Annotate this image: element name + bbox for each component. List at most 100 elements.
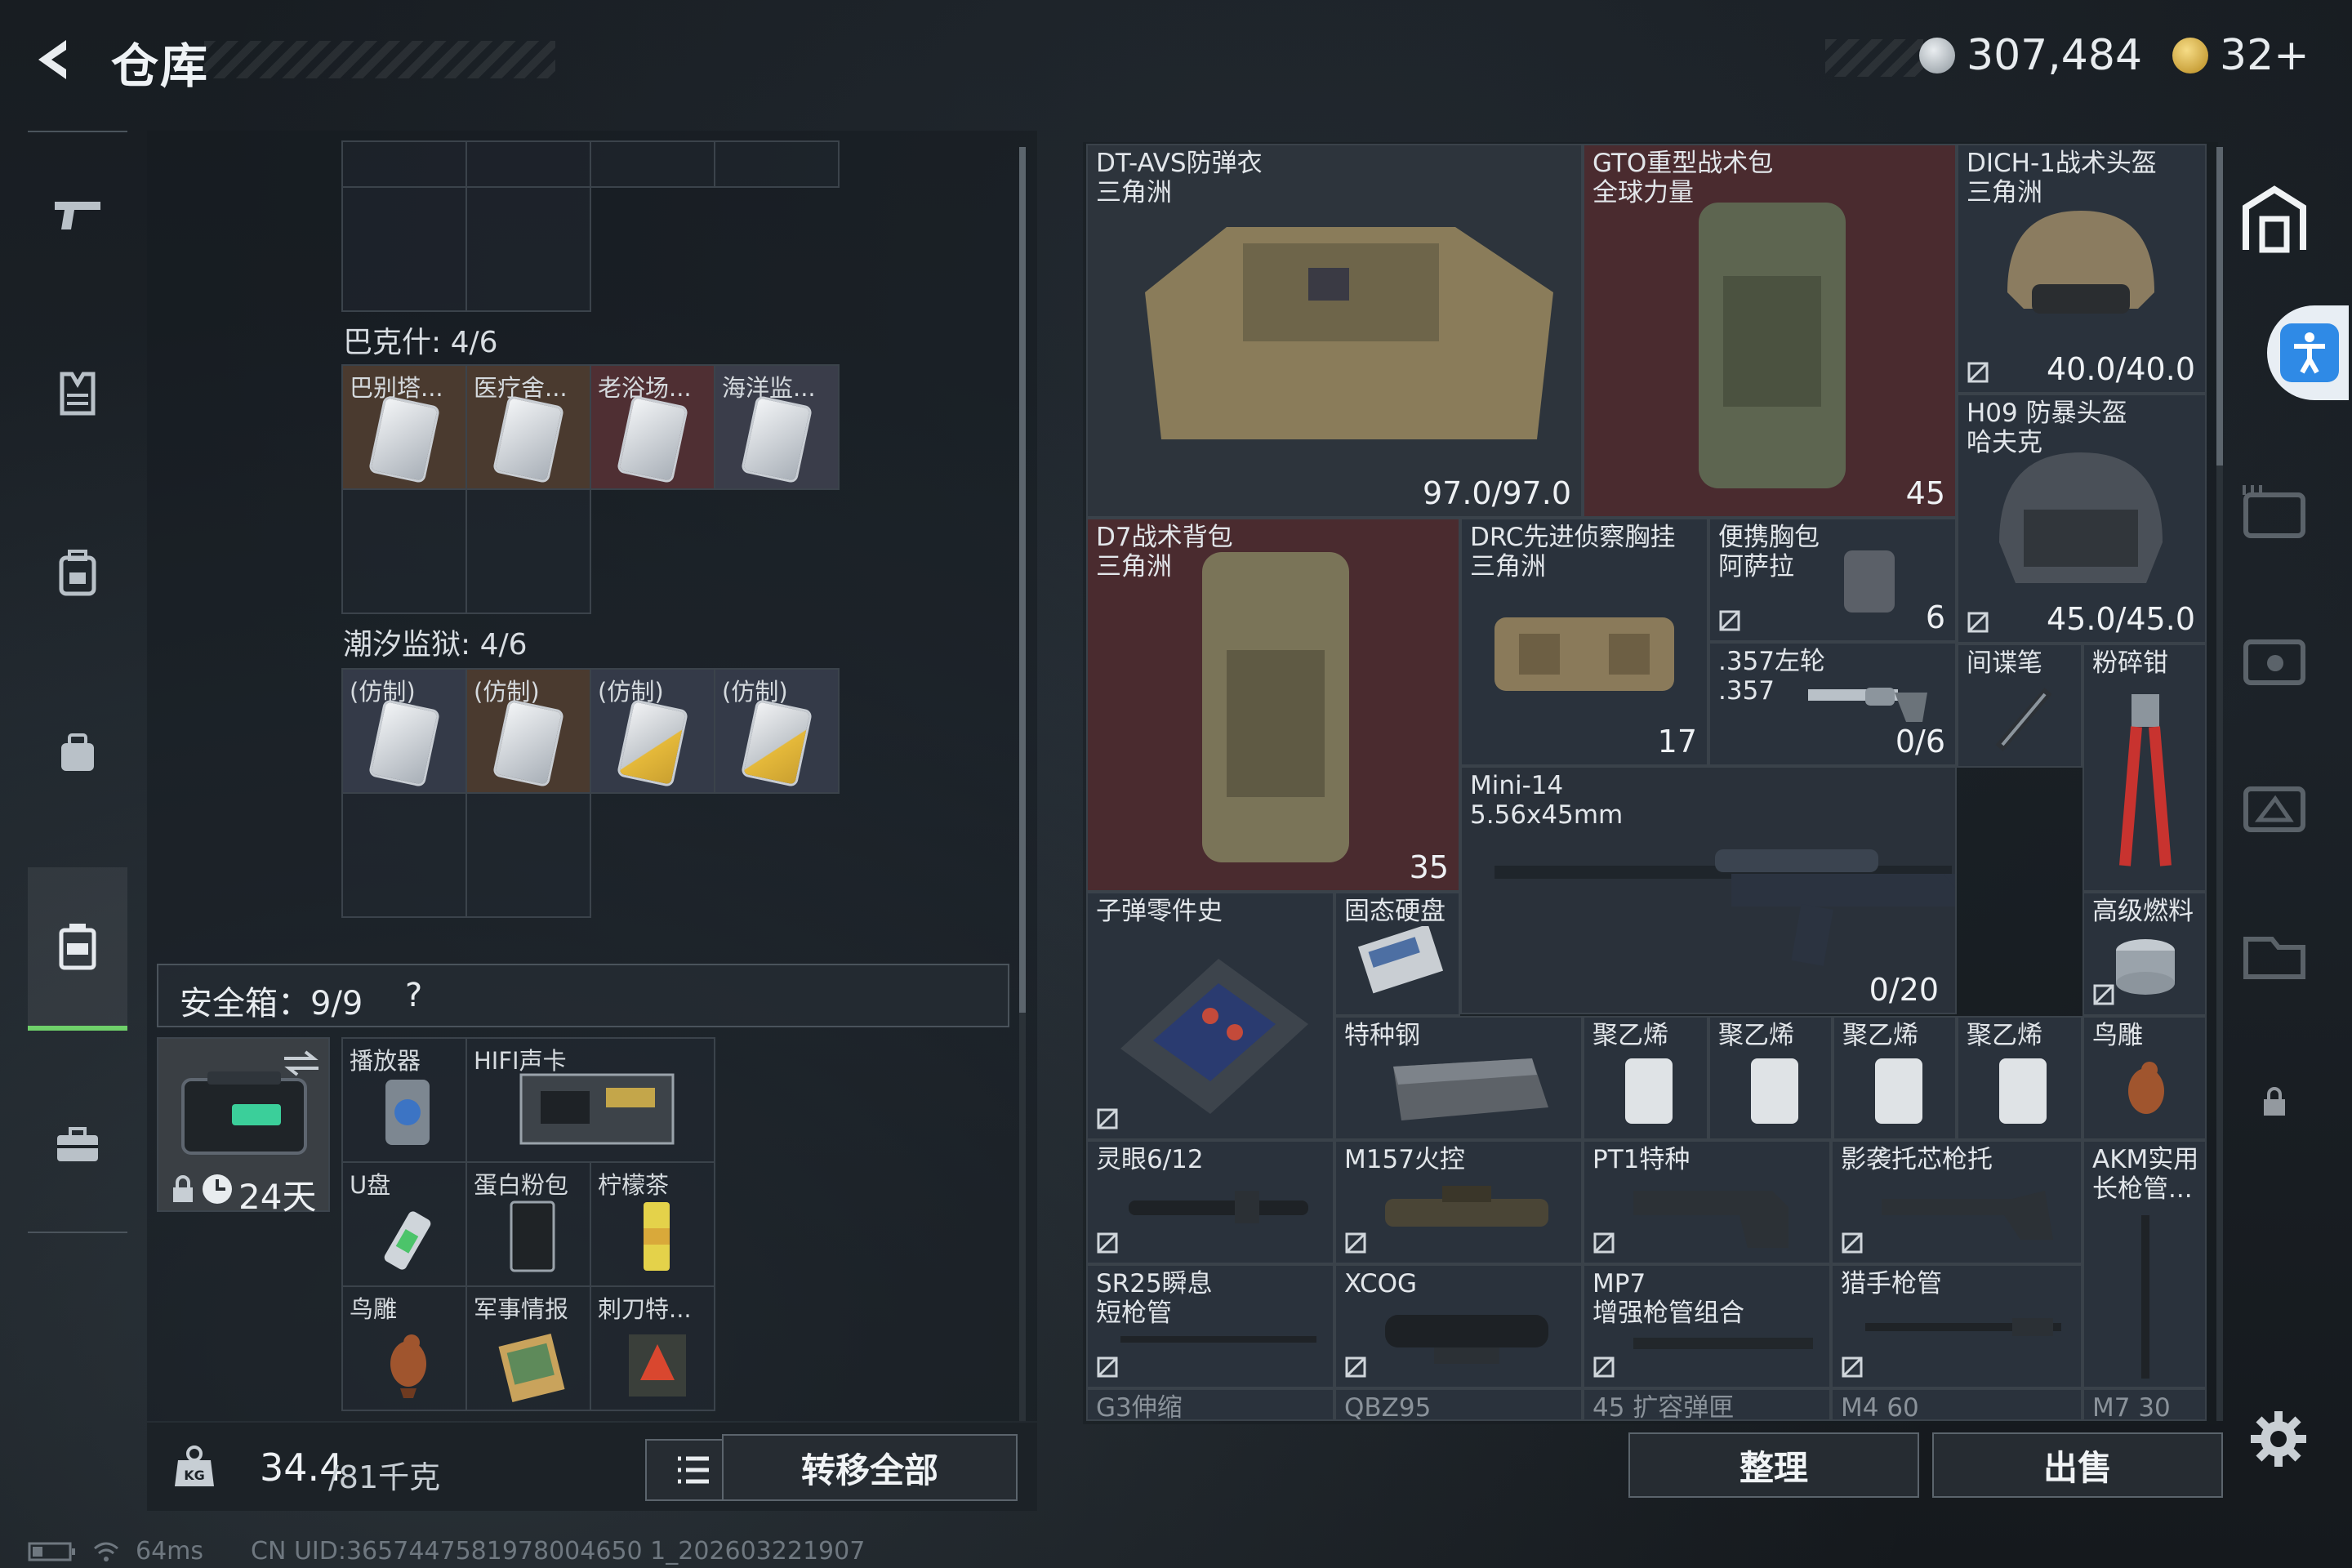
item-scope-6-12[interactable]: 灵眼6/12 <box>1086 1140 1334 1264</box>
item-slot-lemon-tea[interactable]: 柠檬茶 <box>590 1161 715 1287</box>
keycard-slot[interactable]: (仿制) <box>341 668 467 794</box>
item-akm-long-barrel[interactable]: AKM实用 长枪管... <box>2082 1140 2207 1388</box>
lemon-tea-icon <box>644 1202 670 1271</box>
settings-button[interactable] <box>2247 1408 2310 1470</box>
item-name: 高级燃料 <box>2092 897 2194 926</box>
item-d7-backpack[interactable]: D7战术背包 三角洲 35 <box>1086 518 1460 892</box>
item-slot-soundcard[interactable]: HIFI声卡 <box>466 1037 715 1163</box>
capacity-value: 45 <box>1905 475 1945 511</box>
empty-slot[interactable] <box>341 140 467 188</box>
item-gto-backpack[interactable]: GTO重型战术包 全球力量 45 <box>1583 144 1957 518</box>
item-name: M7 30 <box>2092 1393 2171 1421</box>
item-name: QBZ95 <box>1344 1393 1432 1421</box>
rail-weapons[interactable] <box>28 132 127 296</box>
item-qbz95[interactable]: QBZ95 <box>1334 1388 1583 1421</box>
currency-b[interactable]: 32+ <box>2172 31 2310 80</box>
item-slot-protein[interactable]: 蛋白粉包 <box>466 1161 591 1287</box>
item-slot-usb[interactable]: U盘 <box>341 1161 467 1287</box>
keycard-icon <box>619 398 686 481</box>
empty-slot[interactable] <box>341 186 467 312</box>
item-bird-statue[interactable]: 鸟雕 <box>2082 1016 2207 1140</box>
rail-backpack[interactable] <box>28 492 127 655</box>
currency-a-value: 307,484 <box>1967 31 2143 80</box>
item-bullet-parts-kit[interactable]: 子弹零件史 <box>1086 892 1334 1140</box>
item-crushing-pliers[interactable]: 粉碎钳 <box>2082 644 2207 892</box>
item-ssd[interactable]: 固态硬盘 <box>1334 892 1460 1016</box>
scope-icon <box>1385 1315 1548 1364</box>
right-scrollbar[interactable] <box>2216 147 2223 1421</box>
item-slot-bayonet[interactable]: 刺刀特... <box>590 1285 715 1411</box>
empty-slot[interactable] <box>466 186 591 312</box>
empty-slot[interactable] <box>590 140 715 188</box>
item-dt-avs-vest[interactable]: DT-AVS防弹衣 三角洲 97.0/97.0 <box>1086 144 1583 518</box>
item-g3-stock[interactable]: G3伸缩 <box>1086 1388 1334 1421</box>
case-slot-3[interactable] <box>2239 482 2313 547</box>
empty-slot[interactable] <box>466 140 591 188</box>
lock-icon <box>2261 1086 2288 1117</box>
empty-slot[interactable] <box>341 792 467 918</box>
item-slot-bird-statue[interactable]: 鸟雕 <box>341 1285 467 1411</box>
item-357-revolver[interactable]: .357左轮 .357 0/6 <box>1708 642 1957 766</box>
keycard-slot[interactable]: (仿制) <box>714 668 840 794</box>
empty-slot[interactable] <box>466 792 591 918</box>
item-name: 聚乙烯 <box>1718 1021 1794 1050</box>
item-m157-fire-control[interactable]: M157火控 <box>1334 1140 1583 1264</box>
item-sr25-short-barrel[interactable]: SR25瞬息 短枪管 <box>1086 1264 1334 1388</box>
svg-text:KG: KG <box>184 1468 205 1483</box>
item-polyethylene[interactable]: 聚乙烯 <box>1708 1016 1833 1140</box>
keycard-slot[interactable]: (仿制) <box>466 668 591 794</box>
item-special-steel[interactable]: 特种钢 <box>1334 1016 1583 1140</box>
empty-slot[interactable] <box>714 140 840 188</box>
safe-box-case[interactable]: 24天 <box>157 1037 330 1217</box>
transfer-all-button[interactable]: 转移全部 <box>722 1434 1018 1501</box>
item-polyethylene[interactable]: 聚乙烯 <box>1833 1016 1957 1140</box>
item-hunter-barrel[interactable]: 猎手枪管 <box>1831 1264 2082 1388</box>
item-slot-player[interactable]: 播放器 <box>341 1037 467 1163</box>
keycard-slot[interactable]: 海洋监... <box>714 364 840 490</box>
item-h09-helmet[interactable]: H09 防暴头盔 哈夫克 45.0/45.0 <box>1957 394 2207 644</box>
keycard-slot[interactable]: 老浴场... <box>590 364 715 490</box>
item-spy-pen[interactable]: 间谍笔 <box>1957 644 2082 768</box>
item-xcog-scope[interactable]: XCOG <box>1334 1264 1583 1388</box>
no-insure-icon <box>1842 1232 1863 1254</box>
item-pt1-stock[interactable]: PT1特种 <box>1583 1140 1831 1264</box>
rail-armor[interactable] <box>28 312 127 475</box>
item-mp7-barrel-combo[interactable]: MP7 增强枪管组合 <box>1583 1264 1831 1388</box>
case-slot-6[interactable] <box>2239 923 2313 988</box>
left-scroll-thumb[interactable] <box>1019 147 1026 1013</box>
item-polyethylene[interactable]: 聚乙烯 <box>1957 1016 2082 1140</box>
rail-briefcase[interactable] <box>28 1063 127 1227</box>
item-m4-60[interactable]: M4 60 <box>1831 1388 2082 1421</box>
left-scrollbar[interactable] <box>1019 147 1026 1421</box>
help-icon[interactable]: ? <box>405 977 422 1014</box>
item-m7-30[interactable]: M7 30 <box>2082 1388 2207 1421</box>
item-45-mag[interactable]: 45 扩容弹匣 <box>1583 1388 1831 1421</box>
item-polyethylene[interactable]: 聚乙烯 <box>1583 1016 1708 1140</box>
item-name: DICH-1战术头盔 三角洲 <box>1967 149 2157 207</box>
keycard-slot[interactable]: 医疗舍... <box>466 364 591 490</box>
item-label: (仿制) <box>722 678 788 706</box>
empty-slot[interactable] <box>466 488 591 614</box>
case-slot-4[interactable] <box>2239 629 2313 694</box>
back-button[interactable] <box>26 31 83 88</box>
currency-a: 307,484 <box>1919 31 2142 80</box>
item-shadow-stock[interactable]: 影袭托芯枪托 <box>1831 1140 2082 1264</box>
item-premium-fuel[interactable]: 高级燃料 <box>2082 892 2207 1016</box>
item-portable-chest-bag[interactable]: 便携胸包 阿萨拉 6 <box>1708 518 1957 642</box>
rail-bag[interactable] <box>28 671 127 835</box>
item-mini14-rifle[interactable]: Mini-14 5.56x45mm 0/20 <box>1460 766 1957 1014</box>
item-dich1-helmet[interactable]: DICH-1战术头盔 三角洲 40.0/40.0 <box>1957 144 2207 394</box>
capacity-value: 17 <box>1657 724 1697 760</box>
empty-slot[interactable] <box>341 488 467 614</box>
right-scroll-thumb[interactable] <box>2216 147 2223 466</box>
storage-tab[interactable] <box>2238 183 2319 265</box>
item-name: GTO重型战术包 全球力量 <box>1592 149 1774 207</box>
keycard-slot[interactable]: 巴别塔... <box>341 364 467 490</box>
keycard-slot[interactable]: (仿制) <box>590 668 715 794</box>
sort-button[interactable]: 整理 <box>1628 1432 1919 1498</box>
sell-button[interactable]: 出售 <box>1932 1432 2223 1498</box>
item-drc-chest-rig[interactable]: DRC先进侦察胸挂 三角洲 17 <box>1460 518 1708 766</box>
case-slot-5[interactable] <box>2239 776 2313 841</box>
rail-safebox[interactable] <box>28 867 127 1031</box>
item-slot-intel[interactable]: 军事情报 <box>466 1285 591 1411</box>
